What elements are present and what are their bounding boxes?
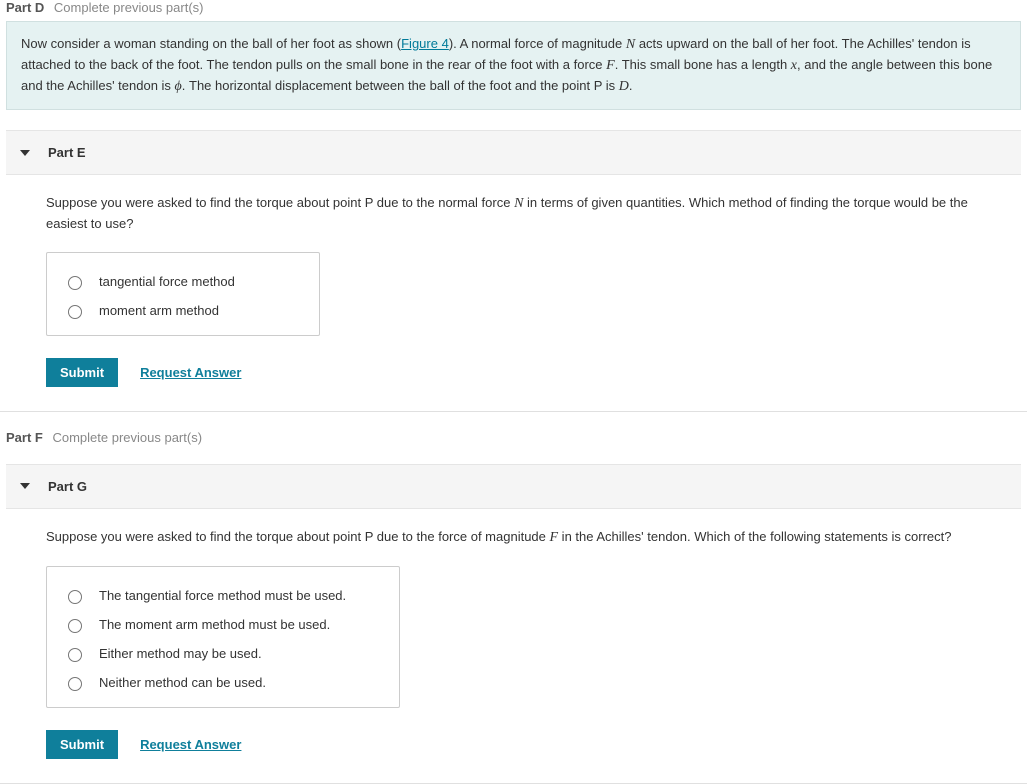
context-info-box: Now consider a woman standing on the bal…: [6, 21, 1021, 110]
info-text: Now consider a woman standing on the bal…: [21, 36, 401, 51]
part-f-label: Part F: [6, 430, 43, 445]
option-row[interactable]: Either method may be used.: [63, 639, 383, 668]
request-answer-link[interactable]: Request Answer: [140, 737, 241, 752]
figure-link[interactable]: Figure 4: [401, 36, 449, 51]
chevron-down-icon: [20, 150, 30, 156]
radio-input[interactable]: [68, 276, 82, 290]
submit-button[interactable]: Submit: [46, 358, 118, 387]
submit-button[interactable]: Submit: [46, 730, 118, 759]
option-label: The moment arm method must be used.: [99, 617, 330, 632]
part-g-header[interactable]: Part G: [6, 464, 1021, 509]
part-e-options: tangential force method moment arm metho…: [46, 252, 320, 336]
radio-input[interactable]: [68, 590, 82, 604]
option-row[interactable]: The tangential force method must be used…: [63, 581, 383, 610]
part-g-question: Suppose you were asked to find the torqu…: [46, 527, 981, 548]
option-label: Neither method can be used.: [99, 675, 266, 690]
chevron-down-icon: [20, 483, 30, 489]
option-row[interactable]: The moment arm method must be used.: [63, 610, 383, 639]
var-phi: ϕ: [175, 79, 182, 94]
question-text: Suppose you were asked to find the torqu…: [46, 529, 550, 544]
radio-input[interactable]: [68, 305, 82, 319]
part-e-header[interactable]: Part E: [6, 130, 1021, 175]
option-label: Either method may be used.: [99, 646, 262, 661]
part-f-locked: Part F Complete previous part(s): [0, 412, 1027, 464]
radio-input[interactable]: [68, 619, 82, 633]
info-text: ). A normal force of magnitude: [449, 36, 626, 51]
part-e-label: Part E: [48, 145, 86, 160]
part-g-options: The tangential force method must be used…: [46, 566, 400, 708]
var-f: F: [606, 58, 615, 73]
part-e-body: Suppose you were asked to find the torqu…: [0, 175, 1027, 412]
option-label: The tangential force method must be used…: [99, 588, 346, 603]
info-text: . This small bone has a length: [615, 57, 791, 72]
option-label: moment arm method: [99, 303, 219, 318]
question-text: Suppose you were asked to find the torqu…: [46, 195, 514, 210]
part-g-body: Suppose you were asked to find the torqu…: [0, 509, 1027, 784]
part-f-status: Complete previous part(s): [52, 430, 202, 445]
info-text: .: [629, 78, 633, 93]
option-row[interactable]: moment arm method: [63, 296, 303, 325]
var-n: N: [626, 37, 635, 52]
part-g-actions: Submit Request Answer: [46, 730, 981, 759]
option-label: tangential force method: [99, 274, 235, 289]
part-d-status: Complete previous part(s): [54, 0, 204, 15]
request-answer-link[interactable]: Request Answer: [140, 365, 241, 380]
var-f: F: [550, 530, 559, 545]
radio-input[interactable]: [68, 677, 82, 691]
part-d-locked: Part D Complete previous part(s): [0, 0, 1027, 21]
option-row[interactable]: Neither method can be used.: [63, 668, 383, 697]
question-text: in the Achilles' tendon. Which of the fo…: [558, 529, 951, 544]
option-row[interactable]: tangential force method: [63, 267, 303, 296]
var-d: D: [619, 79, 629, 94]
radio-input[interactable]: [68, 648, 82, 662]
info-text: . The horizontal displacement between th…: [182, 78, 619, 93]
part-d-label: Part D: [6, 0, 44, 15]
part-e-actions: Submit Request Answer: [46, 358, 981, 387]
part-g-label: Part G: [48, 479, 87, 494]
part-e-question: Suppose you were asked to find the torqu…: [46, 193, 981, 234]
